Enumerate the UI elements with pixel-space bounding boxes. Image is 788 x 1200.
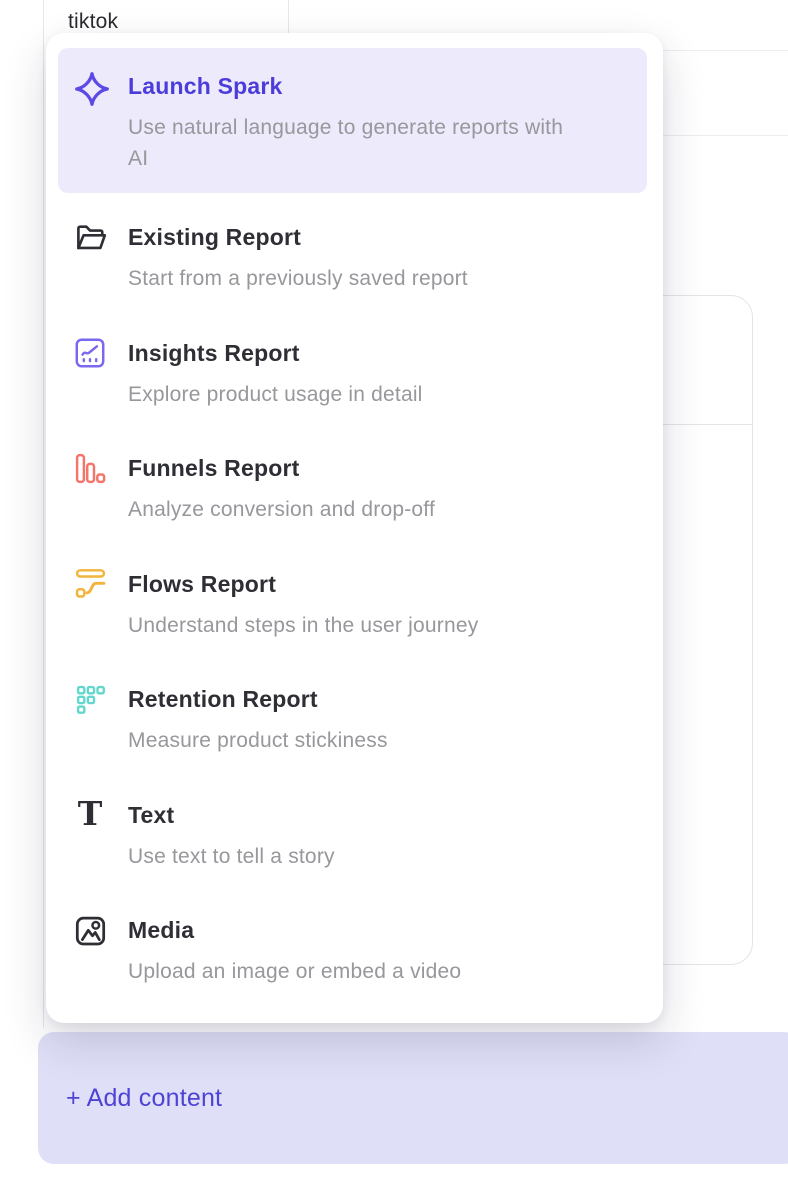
menu-item-title: Funnels Report — [128, 454, 435, 482]
menu-item-subtitle: Start from a previously saved report — [128, 264, 468, 294]
menu-item-retention-report[interactable]: Retention Report Measure product stickin… — [46, 655, 663, 771]
menu-item-funnels-report[interactable]: Funnels Report Analyze conversion and dr… — [46, 424, 663, 540]
spark-icon — [73, 70, 111, 108]
add-content-label: + Add content — [66, 1084, 222, 1113]
menu-item-title: Media — [128, 916, 461, 944]
menu-item-existing-report[interactable]: Existing Report Start from a previously … — [46, 193, 663, 309]
menu-item-launch-spark[interactable]: Launch Spark Use natural language to gen… — [58, 48, 647, 193]
media-image-icon — [73, 913, 107, 947]
menu-item-text: Retention Report Measure product stickin… — [128, 685, 388, 756]
menu-item-media[interactable]: Media Upload an image or embed a video — [46, 886, 663, 1002]
menu-item-text: Launch Spark Use natural language to gen… — [128, 72, 568, 174]
table-column-border — [288, 0, 289, 33]
menu-item-subtitle: Use text to tell a story — [128, 842, 335, 872]
page-root: { "background": { "table_cell_text": "ti… — [0, 0, 788, 1200]
menu-item-text: Flows Report Understand steps in the use… — [128, 570, 478, 641]
menu-item-subtitle: Understand steps in the user journey — [128, 611, 478, 641]
menu-item-flows-report[interactable]: Flows Report Understand steps in the use… — [46, 540, 663, 656]
retention-grid-icon — [73, 682, 107, 716]
flows-icon — [73, 567, 107, 601]
menu-item-subtitle: Use natural language to generate reports… — [128, 112, 568, 174]
menu-item-title: Retention Report — [128, 685, 388, 713]
menu-item-insights-report[interactable]: Insights Report Explore product usage in… — [46, 309, 663, 425]
menu-item-title: Existing Report — [128, 223, 468, 251]
menu-item-title: Text — [128, 801, 335, 829]
menu-item-text: Insights Report Explore product usage in… — [128, 339, 423, 410]
menu-item-title: Insights Report — [128, 339, 423, 367]
menu-item-subtitle: Analyze conversion and drop-off — [128, 495, 435, 525]
funnel-bars-icon — [73, 451, 107, 485]
menu-item-title: Launch Spark — [128, 72, 568, 100]
menu-item-subtitle: Explore product usage in detail — [128, 380, 423, 410]
add-content-dropdown-menu: Launch Spark Use natural language to gen… — [46, 33, 663, 1023]
menu-item-title: Flows Report — [128, 570, 478, 598]
menu-item-subtitle: Measure product stickiness — [128, 726, 388, 756]
add-content-button[interactable]: + Add content — [38, 1032, 788, 1164]
menu-item-text: Funnels Report Analyze conversion and dr… — [128, 454, 435, 525]
menu-item-text: Text Use text to tell a story — [128, 801, 335, 872]
open-folder-icon — [73, 220, 107, 254]
text-t-icon: T — [73, 798, 107, 832]
table-column-border — [43, 0, 44, 1028]
menu-item-text-block[interactable]: T Text Use text to tell a story — [46, 771, 663, 887]
menu-item-text: Existing Report Start from a previously … — [128, 223, 468, 294]
table-cell-text: tiktok — [68, 10, 118, 34]
menu-item-subtitle: Upload an image or embed a video — [128, 957, 461, 987]
insights-chart-icon — [73, 336, 107, 370]
menu-item-text: Media Upload an image or embed a video — [128, 916, 461, 987]
